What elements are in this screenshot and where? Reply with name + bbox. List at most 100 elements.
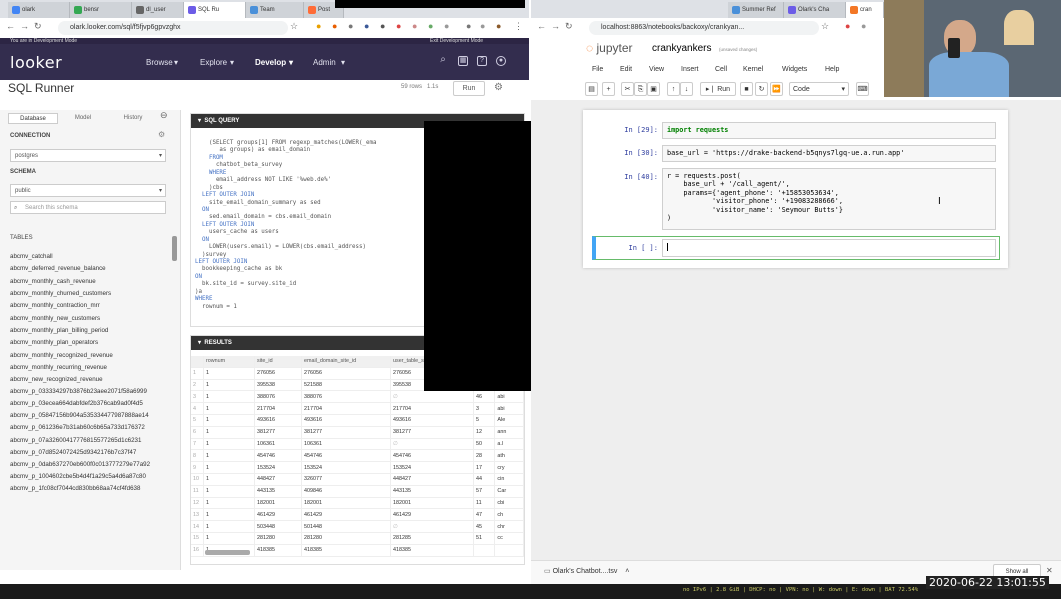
table-row[interactable]: 7 1 106361 106361 ∅ 50 a.l [191, 438, 524, 451]
table-row[interactable]: 3 1 388076 388076 ∅ 46 abi [191, 390, 524, 404]
table-cell[interactable]: 44 [473, 473, 496, 486]
save-icon[interactable]: ▤ [585, 82, 598, 96]
table-cell[interactable]: 1 [203, 449, 255, 463]
table-list-item[interactable]: abcmv_p_0dab637270eb600f0c013777279e77a9… [10, 460, 158, 472]
reload-icon[interactable]: ↻ [565, 21, 573, 32]
table-cell[interactable]: 1 [203, 485, 255, 498]
extension-icon[interactable]: ● [332, 21, 337, 31]
table-cell[interactable]: 8 [191, 449, 204, 463]
extension-icon[interactable]: ● [845, 21, 850, 31]
table-row[interactable]: 9 1 153524 153524 153524 17 cry [191, 461, 524, 474]
table-cell[interactable]: 493616 [254, 414, 302, 427]
table-cell[interactable]: 57 [473, 485, 496, 498]
table-cell[interactable]: 1 [203, 508, 255, 522]
bookmark-star-icon[interactable]: ☆ [821, 21, 829, 32]
tab-history[interactable]: History [108, 113, 158, 124]
stop-icon[interactable]: ■ [740, 82, 753, 96]
table-cell[interactable]: ∅ [390, 390, 474, 404]
table-row[interactable]: 4 1 217704 217704 217704 3 abi [191, 402, 524, 415]
table-cell[interactable]: abi [494, 402, 524, 415]
table-cell[interactable]: 454746 [390, 449, 474, 463]
marketplace-icon[interactable]: ▦ [458, 56, 468, 66]
table-cell[interactable]: 50 [473, 438, 496, 451]
table-cell[interactable]: 418385 [301, 544, 391, 557]
table-cell[interactable]: 12 [191, 497, 204, 510]
tab-model[interactable]: Model [58, 113, 108, 124]
table-cell[interactable]: 217704 [254, 402, 302, 415]
table-cell[interactable]: 276056 [301, 367, 391, 380]
table-list-item[interactable]: abcmv_monthly_cash_revenue [10, 276, 158, 288]
table-cell[interactable]: 217704 [390, 402, 474, 415]
table-cell[interactable]: cin [494, 473, 524, 486]
tab-olarks-chatbot[interactable]: Olark's Cha [784, 2, 846, 18]
table-cell[interactable] [473, 544, 496, 557]
table-cell[interactable]: 493616 [390, 414, 474, 427]
table-row[interactable]: 10 1 448427 326077 448427 44 cin [191, 473, 524, 486]
extension-icon[interactable]: ● [861, 21, 866, 31]
table-cell[interactable]: 7 [191, 438, 204, 451]
user-icon[interactable]: ● [496, 56, 506, 66]
table-cell[interactable]: 1 [203, 414, 255, 427]
table-cell[interactable]: 153524 [301, 461, 391, 474]
cell-input[interactable]: r = requests.post( base_url + '/call_age… [662, 168, 996, 230]
table-cell[interactable]: 47 [473, 508, 496, 522]
table-cell[interactable]: 454746 [301, 449, 391, 463]
search-icon[interactable]: ⌕ [438, 55, 448, 66]
table-cell[interactable]: 448427 [254, 473, 302, 486]
table-cell[interactable]: 3 [191, 390, 204, 404]
menu-kebab-icon[interactable]: ⋮ [514, 21, 523, 32]
settings-icon[interactable]: ⚙ [158, 130, 165, 139]
table-cell[interactable]: 461429 [254, 508, 302, 522]
table-cell[interactable]: ath [494, 449, 524, 463]
table-cell[interactable]: 153524 [390, 461, 474, 474]
extension-icon[interactable]: ● [480, 21, 485, 31]
tab-bensr[interactable]: bensr [70, 2, 132, 18]
table-list-item[interactable]: abcmv_p_07a32600417776815577265d1c6231 [10, 436, 158, 448]
table-cell[interactable]: 1 [203, 438, 255, 451]
cell-input[interactable]: import requests [662, 122, 996, 139]
table-cell[interactable]: 501448 [301, 520, 391, 533]
sql-editor[interactable]: (SELECT groups[1] FROM regexp_matches(LO… [195, 140, 425, 311]
table-cell[interactable]: 1 [203, 402, 255, 415]
menu-help[interactable]: Help [825, 66, 839, 73]
menu-file[interactable]: File [592, 66, 603, 73]
back-icon[interactable]: ← [6, 21, 15, 31]
table-cell[interactable]: 182001 [301, 497, 391, 510]
table-cell[interactable]: 10 [191, 473, 204, 486]
table-list-item[interactable]: abcmv_catchall [10, 251, 158, 263]
table-cell[interactable]: ∅ [390, 438, 474, 451]
table-cell[interactable]: 16 [191, 544, 204, 557]
tab-summer-ref[interactable]: Summer Ref [728, 2, 784, 18]
table-list-item[interactable]: abcmv_monthly_recurring_revenue [10, 362, 158, 374]
extension-icon[interactable]: ● [316, 21, 321, 31]
table-cell[interactable]: 9 [191, 461, 204, 474]
table-row[interactable]: 11 1 443135 409846 443135 57 Car [191, 485, 524, 498]
table-cell[interactable]: 45 [473, 520, 496, 533]
table-cell[interactable]: 153524 [254, 461, 302, 474]
tab-sql-runner[interactable]: SQL Ru [184, 2, 246, 18]
table-cell[interactable]: Ale [494, 414, 524, 427]
table-cell[interactable]: 276056 [254, 367, 302, 380]
table-cell[interactable]: 493616 [301, 414, 391, 427]
extension-icon[interactable]: ● [396, 21, 401, 31]
table-row[interactable]: 13 1 461429 461429 461429 47 ch [191, 508, 524, 522]
back-icon[interactable]: ← [537, 21, 546, 31]
nav-admin[interactable]: Admin [313, 58, 336, 67]
table-list-item[interactable]: abcmv_p_033334297b3876b23aee2071f58a6999 [10, 387, 158, 399]
table-cell[interactable]: 381277 [254, 426, 302, 439]
table-cell[interactable]: 381277 [301, 426, 391, 439]
table-cell[interactable]: 388076 [301, 390, 391, 404]
table-cell[interactable]: 395538 [254, 379, 302, 392]
table-cell[interactable]: 106361 [301, 438, 391, 451]
extension-icon[interactable]: ● [380, 21, 385, 31]
table-cell[interactable]: cry [494, 461, 524, 474]
table-cell[interactable]: 28 [473, 449, 496, 463]
table-list-item[interactable]: abcmv_monthly_contraction_mrr [10, 300, 158, 312]
bookmark-star-icon[interactable]: ☆ [290, 21, 298, 32]
table-cell[interactable]: 388076 [254, 390, 302, 404]
table-list-item[interactable]: abcmv_p_03ecea664dabfdef2b376cab9ad0f4d5 [10, 399, 158, 411]
cell-input[interactable] [662, 239, 996, 257]
extension-icon[interactable]: ● [466, 21, 471, 31]
table-row[interactable]: 12 1 182001 182001 182001 11 cbi [191, 497, 524, 510]
table-cell[interactable]: abi [494, 390, 524, 404]
